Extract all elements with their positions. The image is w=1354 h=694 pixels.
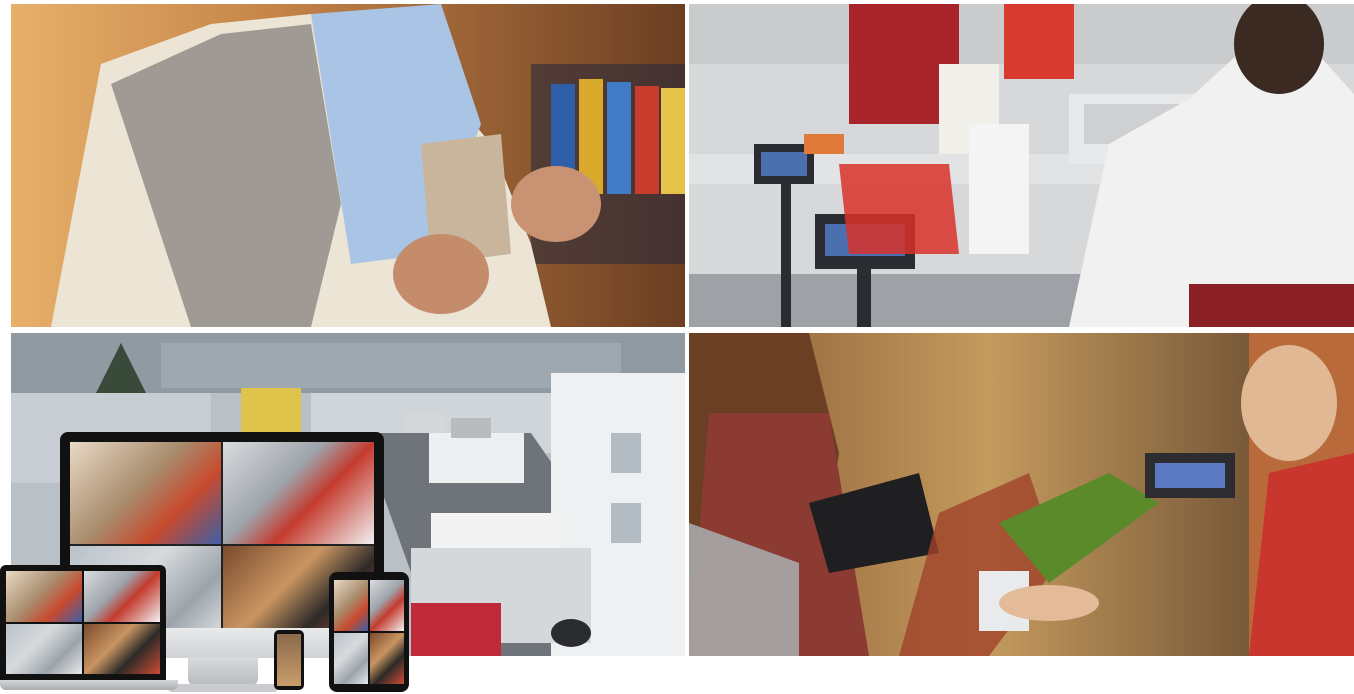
laptop-screen <box>6 571 160 674</box>
phone-screen <box>277 634 301 686</box>
tablet-thumb-shoplifter <box>334 580 368 631</box>
laptop-thumb-cashier <box>84 623 160 674</box>
shoplifter-photo <box>11 4 685 327</box>
laptop-thumb-parking <box>6 623 82 674</box>
tablet-thumb-cashier <box>370 633 404 684</box>
laptop-base <box>0 680 178 690</box>
monitor-base <box>168 684 278 692</box>
checkout-counter-photo <box>689 4 1354 327</box>
monitor-thumb-checkout <box>223 442 374 544</box>
shoplifter-image <box>11 4 685 327</box>
cashier-payment-photo <box>689 333 1354 656</box>
monitor-stand <box>188 657 258 685</box>
laptop-icon <box>0 565 166 680</box>
tablet-screen <box>334 580 404 684</box>
laptop-thumb-checkout <box>84 571 160 622</box>
tablet-thumb-checkout <box>370 580 404 631</box>
monitor-thumb-shoplifter <box>70 442 221 544</box>
tablet-thumb-parking <box>334 633 368 684</box>
cashier-image <box>689 333 1354 656</box>
tablet-icon <box>329 572 409 692</box>
checkout-image <box>689 4 1354 327</box>
laptop-thumb-shoplifter <box>6 571 82 622</box>
phone-icon <box>274 630 304 690</box>
